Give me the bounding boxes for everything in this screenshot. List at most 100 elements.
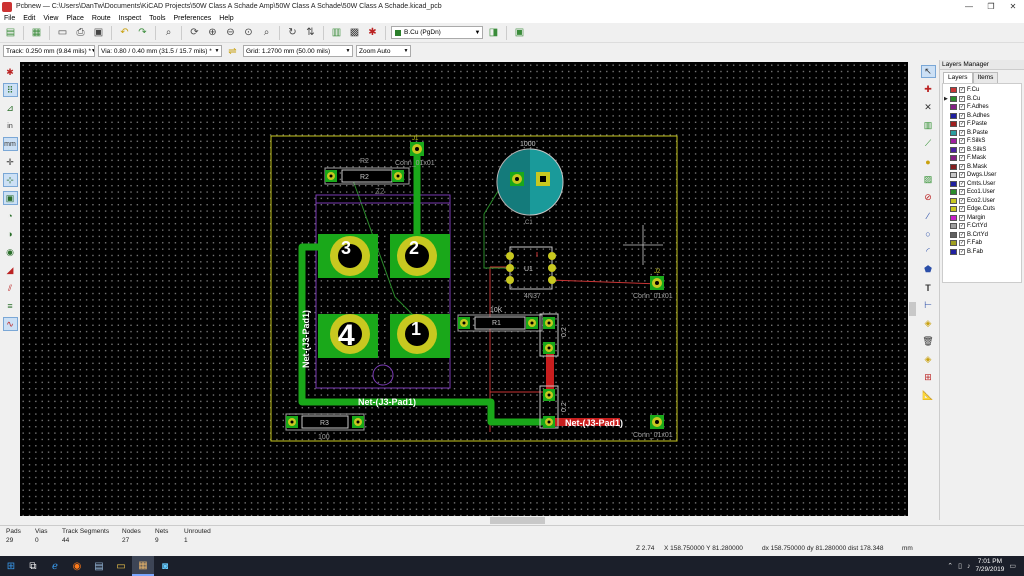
layer-visibility-checkbox[interactable]: ✓ <box>959 223 965 230</box>
inch-units-icon[interactable]: in <box>3 119 18 133</box>
scripting-console-icon[interactable]: ▣ <box>512 25 527 40</box>
length-tune-icon[interactable]: ∿ <box>2 317 18 331</box>
add-text-icon[interactable]: T <box>921 281 936 294</box>
layer-color-swatch[interactable] <box>950 189 957 196</box>
tray-up-arrow-icon[interactable]: ⌃ <box>947 562 953 570</box>
layer-color-swatch[interactable] <box>950 180 957 187</box>
volume-icon[interactable]: ♪ <box>967 563 971 570</box>
tab-items[interactable]: Items <box>972 72 999 83</box>
layer-visibility-checkbox[interactable]: ✓ <box>959 87 965 94</box>
layer-row[interactable]: ✓ B.SilkS <box>944 146 1020 155</box>
layer-row[interactable]: ✓ Dwgs.User <box>944 171 1020 180</box>
layer-color-swatch[interactable] <box>950 231 957 238</box>
add-line-icon[interactable]: ∕ <box>921 209 936 222</box>
menu-file[interactable]: File <box>0 15 19 22</box>
grid-select[interactable]: Grid: 1.2700 mm (50.00 mils) ▼ <box>243 45 353 57</box>
layer-color-swatch[interactable] <box>950 112 957 119</box>
layer-visibility-checkbox[interactable]: ✓ <box>959 180 965 187</box>
layer-row[interactable]: ✓ F.CrtYd <box>944 222 1020 231</box>
layer-row[interactable]: ✓ Cmts.User <box>944 180 1020 189</box>
flip-icon[interactable]: ⇅ <box>303 25 318 40</box>
pcb-canvas[interactable]: 3 2 4 1 Z2 J1 Conn_01x01 R2 R2 1000 C1 U… <box>20 62 917 517</box>
layer-color-swatch[interactable] <box>950 104 957 111</box>
layer-row[interactable]: ✓ F.Mask <box>944 154 1020 163</box>
add-target-icon[interactable]: ◈ <box>921 317 936 330</box>
task-view-icon[interactable]: ⧉ <box>22 556 44 576</box>
tab-layers[interactable]: Layers <box>943 72 973 83</box>
pad-outline-icon[interactable]: ▣ <box>2 191 18 205</box>
layer-visibility-checkbox[interactable]: ✓ <box>959 104 965 111</box>
zoom-fit-icon[interactable]: ⊙ <box>241 25 256 40</box>
route-track-icon[interactable]: ⟋ <box>921 137 936 150</box>
drc-off-icon[interactable]: ✱ <box>3 65 18 79</box>
layer-row[interactable]: ✓ F.Adhes <box>944 103 1020 112</box>
zone-outline-icon[interactable]: ◉ <box>3 245 18 259</box>
microwave-tools-icon[interactable]: ⫽ <box>3 281 18 295</box>
layer-color-swatch[interactable] <box>950 206 957 213</box>
layer-visibility-checkbox[interactable]: ✓ <box>959 95 965 102</box>
layer-visibility-checkbox[interactable]: ✓ <box>959 112 965 119</box>
notifications-icon[interactable]: ▭ <box>1009 562 1016 570</box>
redo-icon[interactable]: ↷ <box>135 25 150 40</box>
high-contrast-icon[interactable]: ◢ <box>3 263 18 277</box>
drill-origin-icon[interactable]: ◈ <box>921 353 936 366</box>
layer-color-swatch[interactable] <box>950 172 957 179</box>
add-circle-icon[interactable]: ○ <box>921 227 936 240</box>
network-icon[interactable]: ▯ <box>958 562 962 570</box>
clock[interactable]: 7:01 PM 7/29/2019 <box>975 558 1004 574</box>
layer-row[interactable]: ✓ B.Paste <box>944 129 1020 138</box>
layer-row[interactable]: ✓ F.Paste <box>944 120 1020 129</box>
layer-color-swatch[interactable] <box>950 214 957 221</box>
ratsnest-icon[interactable]: ⊹ <box>2 173 18 187</box>
add-via-icon[interactable]: ● <box>921 155 936 168</box>
layer-row[interactable]: ✓ B.Mask <box>944 163 1020 172</box>
file-explorer-icon[interactable]: ▭ <box>110 556 132 576</box>
menu-place[interactable]: Place <box>62 15 88 22</box>
open-board-icon[interactable]: ▦ <box>29 25 44 40</box>
mm-units-icon[interactable]: mm <box>2 137 18 151</box>
maximize-button[interactable]: ❐ <box>980 0 1002 13</box>
layer-row[interactable]: ✓ Edge.Cuts <box>944 205 1020 214</box>
auto-track-width-icon[interactable]: ⇌ <box>225 44 240 59</box>
page-settings-icon[interactable]: ▭ <box>55 25 70 40</box>
plot-icon[interactable]: ▣ <box>91 25 106 40</box>
layer-row[interactable]: ✓ Eco2.User <box>944 197 1020 206</box>
via-outline-icon[interactable]: ◔ <box>3 209 18 223</box>
select-arrow-icon[interactable]: ↖ <box>920 65 936 78</box>
layer-color-swatch[interactable] <box>950 129 957 136</box>
grid-origin-icon[interactable]: ⊞ <box>921 371 936 384</box>
highlight-net-icon[interactable]: ✚ <box>921 83 936 96</box>
minimize-button[interactable]: — <box>958 0 980 13</box>
layer-color-swatch[interactable] <box>950 95 957 102</box>
layers-manager-toggle-icon[interactable]: ≡ <box>3 299 18 313</box>
add-footprint-icon[interactable]: ▥ <box>921 119 936 132</box>
active-layer-select[interactable]: B.Cu (PgDn) ▼ <box>391 26 483 39</box>
grid-toggle-icon[interactable]: ⠿ <box>2 83 18 97</box>
layer-color-swatch[interactable] <box>950 240 957 247</box>
layer-visibility-checkbox[interactable]: ✓ <box>959 163 965 170</box>
menu-inspect[interactable]: Inspect <box>115 15 146 22</box>
layer-row[interactable]: ✓ F.SilkS <box>944 137 1020 146</box>
layer-row[interactable]: ✓ Eco1.User <box>944 188 1020 197</box>
add-arc-icon[interactable]: ◜ <box>921 245 936 258</box>
track-width-select[interactable]: Track: 0.250 mm (9.84 mils) *▼ <box>3 45 95 57</box>
layer-color-swatch[interactable] <box>950 197 957 204</box>
layer-color-swatch[interactable] <box>950 163 957 170</box>
zoom-in-icon[interactable]: ⊕ <box>205 25 220 40</box>
menu-edit[interactable]: Edit <box>19 15 39 22</box>
store-icon[interactable]: ▤ <box>88 556 110 576</box>
horizontal-scrollbar[interactable] <box>20 516 908 525</box>
layer-visibility-checkbox[interactable]: ✓ <box>959 231 965 238</box>
layer-visibility-checkbox[interactable]: ✓ <box>959 138 965 145</box>
layer-row[interactable]: ✓ B.CrtYd <box>944 231 1020 240</box>
layer-row[interactable]: ✓ B.Fab <box>944 248 1020 257</box>
undo-icon[interactable]: ↶ <box>117 25 132 40</box>
windows-start-icon[interactable]: ⊞ <box>0 556 22 576</box>
vertical-scrollbar[interactable] <box>908 62 917 517</box>
firefox-icon[interactable]: ◉ <box>66 556 88 576</box>
rotate-icon[interactable]: ↻ <box>285 25 300 40</box>
vertical-scroll-thumb[interactable] <box>909 302 916 316</box>
layer-visibility-checkbox[interactable]: ✓ <box>959 248 965 255</box>
measure-icon[interactable]: 📐 <box>921 389 936 402</box>
cursor-shape-icon[interactable]: ✛ <box>3 155 18 169</box>
